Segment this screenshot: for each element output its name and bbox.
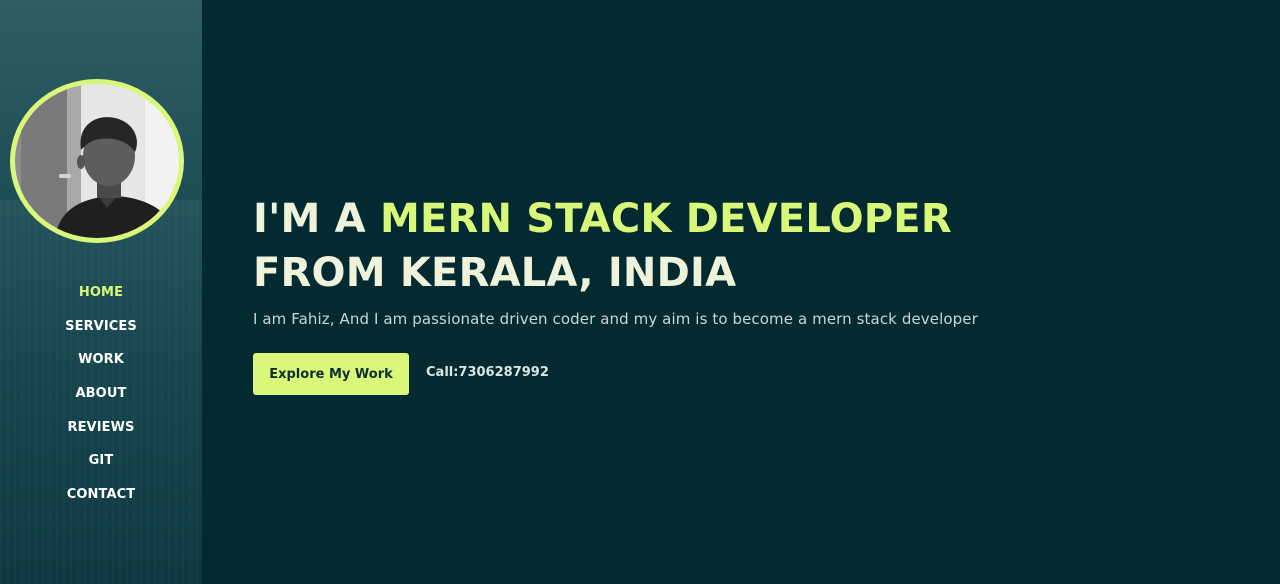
portfolio-page: HOME SERVICES WORK ABOUT REVIEWS GIT CON…	[0, 0, 1280, 584]
nav-item-work[interactable]: WORK	[0, 346, 202, 380]
nav-item-services[interactable]: SERVICES	[0, 313, 202, 347]
nav-item-contact[interactable]: CONTACT	[0, 481, 202, 515]
profile-photo	[15, 84, 179, 238]
hero-section: I'M A MERN STACK DEVELOPER FROM KERALA, I…	[253, 192, 1253, 328]
headline-prefix: I'M A	[253, 196, 380, 242]
avatar	[10, 79, 184, 243]
explore-work-button[interactable]: Explore My Work	[253, 353, 409, 395]
main-nav: HOME SERVICES WORK ABOUT REVIEWS GIT CON…	[0, 279, 202, 515]
headline-line-2: FROM KERALA, INDIA	[253, 250, 737, 296]
nav-item-reviews[interactable]: REVIEWS	[0, 414, 202, 448]
sidebar: HOME SERVICES WORK ABOUT REVIEWS GIT CON…	[0, 0, 202, 584]
nav-item-home[interactable]: HOME	[0, 279, 202, 313]
nav-item-git[interactable]: GIT	[0, 447, 202, 481]
hero-headline: I'M A MERN STACK DEVELOPER FROM KERALA, I…	[253, 192, 1253, 300]
call-link[interactable]: Call:7306287992	[426, 365, 549, 380]
nav-item-about[interactable]: ABOUT	[0, 380, 202, 414]
hero-actions: Explore My Work Call:7306287992	[253, 353, 549, 395]
headline-accent: MERN STACK DEVELOPER	[379, 196, 952, 242]
hero-tagline: I am Fahiz, And I am passionate driven c…	[253, 310, 978, 328]
